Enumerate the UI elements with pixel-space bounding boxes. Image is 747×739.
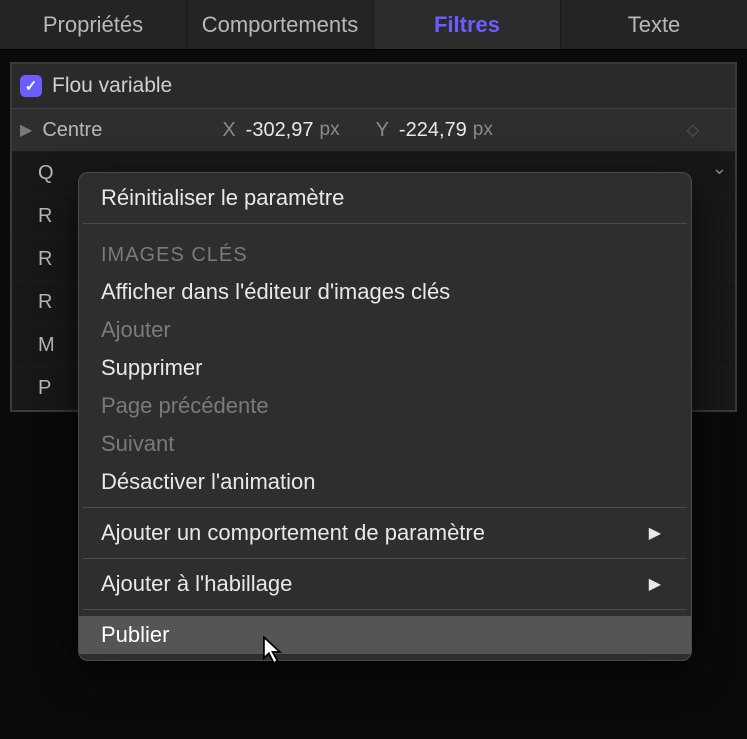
menu-keyframes-header: IMAGES CLÉS xyxy=(79,230,691,273)
menu-item-add: Ajouter xyxy=(79,311,691,349)
param-row-center[interactable]: ▶ Centre X -302,97 px Y -224,79 px ◇ xyxy=(12,109,735,152)
menu-item-label: Ajouter un comportement de paramètre xyxy=(101,520,485,546)
coord-x-unit: px xyxy=(320,119,340,141)
disclosure-triangle-icon[interactable]: ▶ xyxy=(20,120,32,140)
menu-item-add-to-rig[interactable]: Ajouter à l'habillage ▶ xyxy=(79,565,691,603)
menu-item-previous: Page précédente xyxy=(79,387,691,425)
submenu-arrow-icon: ▶ xyxy=(649,523,661,543)
menu-item-delete[interactable]: Supprimer xyxy=(79,349,691,387)
filter-header[interactable]: ✓ Flou variable xyxy=(12,64,735,109)
coord-x-label: X xyxy=(222,119,235,142)
menu-item-label: Ajouter à l'habillage xyxy=(101,571,292,597)
menu-separator xyxy=(83,223,687,224)
filter-name-label: Flou variable xyxy=(52,74,172,98)
coord-y-value[interactable]: -224,79 xyxy=(399,119,467,142)
tab-behaviors[interactable]: Comportements xyxy=(187,0,374,49)
menu-separator xyxy=(83,507,687,508)
menu-item-show-editor[interactable]: Afficher dans l'éditeur d'images clés xyxy=(79,273,691,311)
keyframe-diamond-icon[interactable]: ◇ xyxy=(687,120,699,140)
context-menu: Réinitialiser le paramètre IMAGES CLÉS A… xyxy=(78,172,692,661)
menu-item-reset[interactable]: Réinitialiser le paramètre xyxy=(79,179,691,217)
chevron-down-icon[interactable]: ⌄ xyxy=(712,158,727,179)
param-label-center: Centre xyxy=(42,119,222,142)
tab-properties[interactable]: Propriétés xyxy=(0,0,187,49)
menu-item-disable-animation[interactable]: Désactiver l'animation xyxy=(79,463,691,501)
menu-item-next: Suivant xyxy=(79,425,691,463)
coord-y-label: Y xyxy=(376,119,389,142)
coord-y-unit: px xyxy=(473,119,493,141)
menu-separator xyxy=(83,558,687,559)
coord-x-value[interactable]: -302,97 xyxy=(246,119,314,142)
tab-text[interactable]: Texte xyxy=(561,0,747,49)
filter-enable-checkbox[interactable]: ✓ xyxy=(20,75,42,97)
submenu-arrow-icon: ▶ xyxy=(649,574,661,594)
menu-item-publish[interactable]: Publier xyxy=(79,616,691,654)
tab-bar: Propriétés Comportements Filtres Texte xyxy=(0,0,747,50)
tab-filters[interactable]: Filtres xyxy=(374,0,561,49)
menu-separator xyxy=(83,609,687,610)
menu-item-add-behavior[interactable]: Ajouter un comportement de paramètre ▶ xyxy=(79,514,691,552)
